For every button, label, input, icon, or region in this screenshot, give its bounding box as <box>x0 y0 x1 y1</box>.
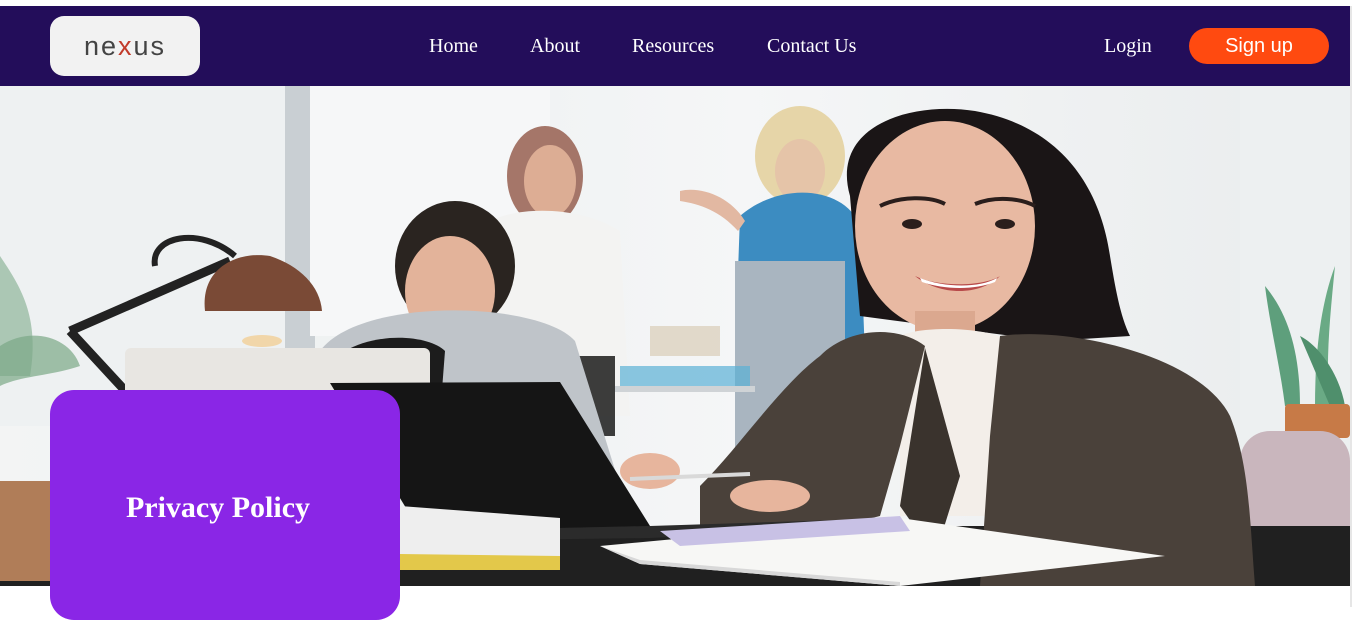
logo-text-x: x <box>118 30 134 61</box>
login-link[interactable]: Login <box>1104 34 1152 58</box>
page-title: Privacy Policy <box>125 491 311 524</box>
page-title-card: Privacy Policy <box>50 390 400 620</box>
nav-about-link[interactable]: About <box>530 34 580 58</box>
signup-button[interactable]: Sign up <box>1189 28 1329 64</box>
logo-wordmark: nexus <box>84 31 166 62</box>
logo-text-pre: ne <box>83 30 118 61</box>
nav-resources-link[interactable]: Resources <box>632 34 714 58</box>
nav-contact-link[interactable]: Contact Us <box>767 34 856 58</box>
nav-home-link[interactable]: Home <box>429 34 478 58</box>
logo[interactable]: nexus <box>50 16 200 76</box>
navbar: nexus Home About Resources Contact Us Lo… <box>0 6 1350 86</box>
logo-text-post: us <box>133 30 167 61</box>
